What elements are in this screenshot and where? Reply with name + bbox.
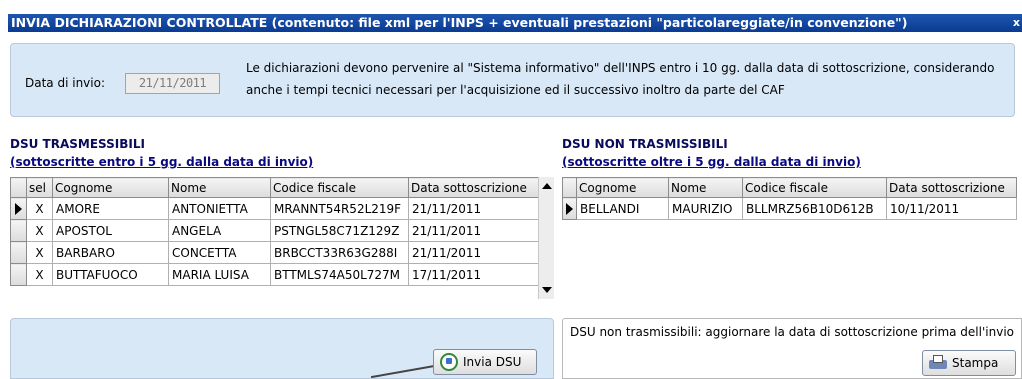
nome-cell[interactable]: MARIA LUISA <box>168 263 271 286</box>
trasmissibili-subtitle[interactable]: (sottoscritte entro i 5 gg. dalla data d… <box>10 155 313 169</box>
sel-cell[interactable]: X <box>26 219 53 242</box>
row-header[interactable] <box>10 263 27 286</box>
column-header-data-sottoscrizione[interactable]: Data sottoscrizione <box>408 177 539 198</box>
info-panel: Data di invio: 21/11/2011 Le dichiarazio… <box>10 43 1015 117</box>
window-titlebar: INVIA DICHIARAZIONI CONTROLLATE (contenu… <box>8 14 1022 32</box>
non-trasmissibili-note: DSU non trasmissibili: aggiornare la dat… <box>570 325 1014 339</box>
trasmissibili-scrollbar[interactable] <box>538 177 554 299</box>
cognome-cell[interactable]: APOSTOL <box>52 219 169 242</box>
column-header-nome[interactable]: Nome <box>668 177 743 198</box>
nome-cell[interactable]: ANGELA <box>168 219 271 242</box>
invia-dsu-label: Invia DSU <box>463 355 522 369</box>
printer-icon <box>929 355 947 371</box>
sel-cell[interactable]: X <box>26 241 53 264</box>
row-header-corner <box>562 177 577 198</box>
column-header-cognome[interactable]: Cognome <box>52 177 169 198</box>
nome-cell[interactable]: CONCETTA <box>168 241 271 264</box>
trasmissibili-table: sel Cognome Nome Codice fiscale Data sot… <box>10 177 539 286</box>
row-header[interactable] <box>562 197 577 220</box>
stampa-button[interactable]: Stampa <box>922 350 1016 376</box>
row-header[interactable] <box>10 197 27 220</box>
data-sottoscrizione-cell[interactable]: 21/11/2011 <box>408 197 539 220</box>
nome-cell[interactable]: MAURIZIO <box>668 197 743 220</box>
scroll-down-icon[interactable] <box>542 287 552 293</box>
non-trasmissibili-subtitle[interactable]: (sottoscritte oltre i 5 gg. dalla data d… <box>562 155 861 169</box>
info-message: Le dichiarazioni devono pervenire al "Si… <box>246 61 995 97</box>
dsu-non-trasmissibili-panel: DSU NON TRASMISSIBILI (sottoscritte oltr… <box>562 130 1022 305</box>
send-date-label: Data di invio: <box>25 76 105 90</box>
row-header[interactable] <box>10 241 27 264</box>
row-header[interactable] <box>10 219 27 242</box>
sel-cell[interactable]: X <box>26 197 53 220</box>
column-header-codice-fiscale[interactable]: Codice fiscale <box>270 177 409 198</box>
table-header-row: sel Cognome Nome Codice fiscale Data sot… <box>10 177 539 198</box>
table-header-row: Cognome Nome Codice fiscale Data sottosc… <box>562 177 1017 198</box>
cognome-cell[interactable]: AMORE <box>52 197 169 220</box>
invia-dsu-button[interactable]: Invia DSU <box>433 349 537 375</box>
close-icon[interactable]: x <box>1013 14 1020 32</box>
nome-cell[interactable]: ANTONIETTA <box>168 197 271 220</box>
window-title: INVIA DICHIARAZIONI CONTROLLATE (contenu… <box>11 15 908 30</box>
dsu-trasmissibili-panel: DSU TRASMESSIBILI (sottoscritte entro i … <box>10 130 555 305</box>
data-sottoscrizione-cell[interactable]: 10/11/2011 <box>886 197 1017 220</box>
table-row[interactable]: BELLANDI MAURIZIO BLLMRZ56B10D612B 10/11… <box>562 197 1017 220</box>
codice-fiscale-cell[interactable]: BRBCCT33R63G288I <box>270 241 409 264</box>
codice-fiscale-cell[interactable]: BLLMRZ56B10D612B <box>742 197 887 220</box>
data-sottoscrizione-cell[interactable]: 21/11/2011 <box>408 241 539 264</box>
cognome-cell[interactable]: BUTTAFUOCO <box>52 263 169 286</box>
data-sottoscrizione-cell[interactable]: 17/11/2011 <box>408 263 539 286</box>
table-row[interactable]: X BARBARO CONCETTA BRBCCT33R63G288I 21/1… <box>10 241 539 264</box>
table-row[interactable]: X BUTTAFUOCO MARIA LUISA BTTMLS74A50L727… <box>10 263 539 286</box>
row-pointer-icon <box>15 203 22 215</box>
column-header-cognome[interactable]: Cognome <box>576 177 669 198</box>
send-date-field[interactable]: 21/11/2011 <box>125 73 220 94</box>
codice-fiscale-cell[interactable]: MRANNT54R52L219F <box>270 197 409 220</box>
table-row[interactable]: X APOSTOL ANGELA PSTNGL58C71Z129Z 21/11/… <box>10 219 539 242</box>
cognome-cell[interactable]: BARBARO <box>52 241 169 264</box>
column-header-sel[interactable]: sel <box>26 177 53 198</box>
sel-cell[interactable]: X <box>26 263 53 286</box>
refresh-icon <box>440 353 458 371</box>
table-row[interactable]: X AMORE ANTONIETTA MRANNT54R52L219F 21/1… <box>10 197 539 220</box>
non-trasmissibili-table: Cognome Nome Codice fiscale Data sottosc… <box>562 177 1017 220</box>
stampa-label: Stampa <box>952 356 999 370</box>
trasmissibili-title: DSU TRASMESSIBILI <box>10 137 145 151</box>
data-sottoscrizione-cell[interactable]: 21/11/2011 <box>408 219 539 242</box>
codice-fiscale-cell[interactable]: PSTNGL58C71Z129Z <box>270 219 409 242</box>
cognome-cell[interactable]: BELLANDI <box>576 197 669 220</box>
row-pointer-icon <box>566 203 573 215</box>
column-header-nome[interactable]: Nome <box>168 177 271 198</box>
codice-fiscale-cell[interactable]: BTTMLS74A50L727M <box>270 263 409 286</box>
column-header-codice-fiscale[interactable]: Codice fiscale <box>742 177 887 198</box>
scroll-up-icon[interactable] <box>542 183 552 189</box>
non-trasmissibili-title: DSU NON TRASMISSIBILI <box>562 137 728 151</box>
column-header-data-sottoscrizione[interactable]: Data sottoscrizione <box>886 177 1017 198</box>
row-header-corner <box>10 177 27 198</box>
